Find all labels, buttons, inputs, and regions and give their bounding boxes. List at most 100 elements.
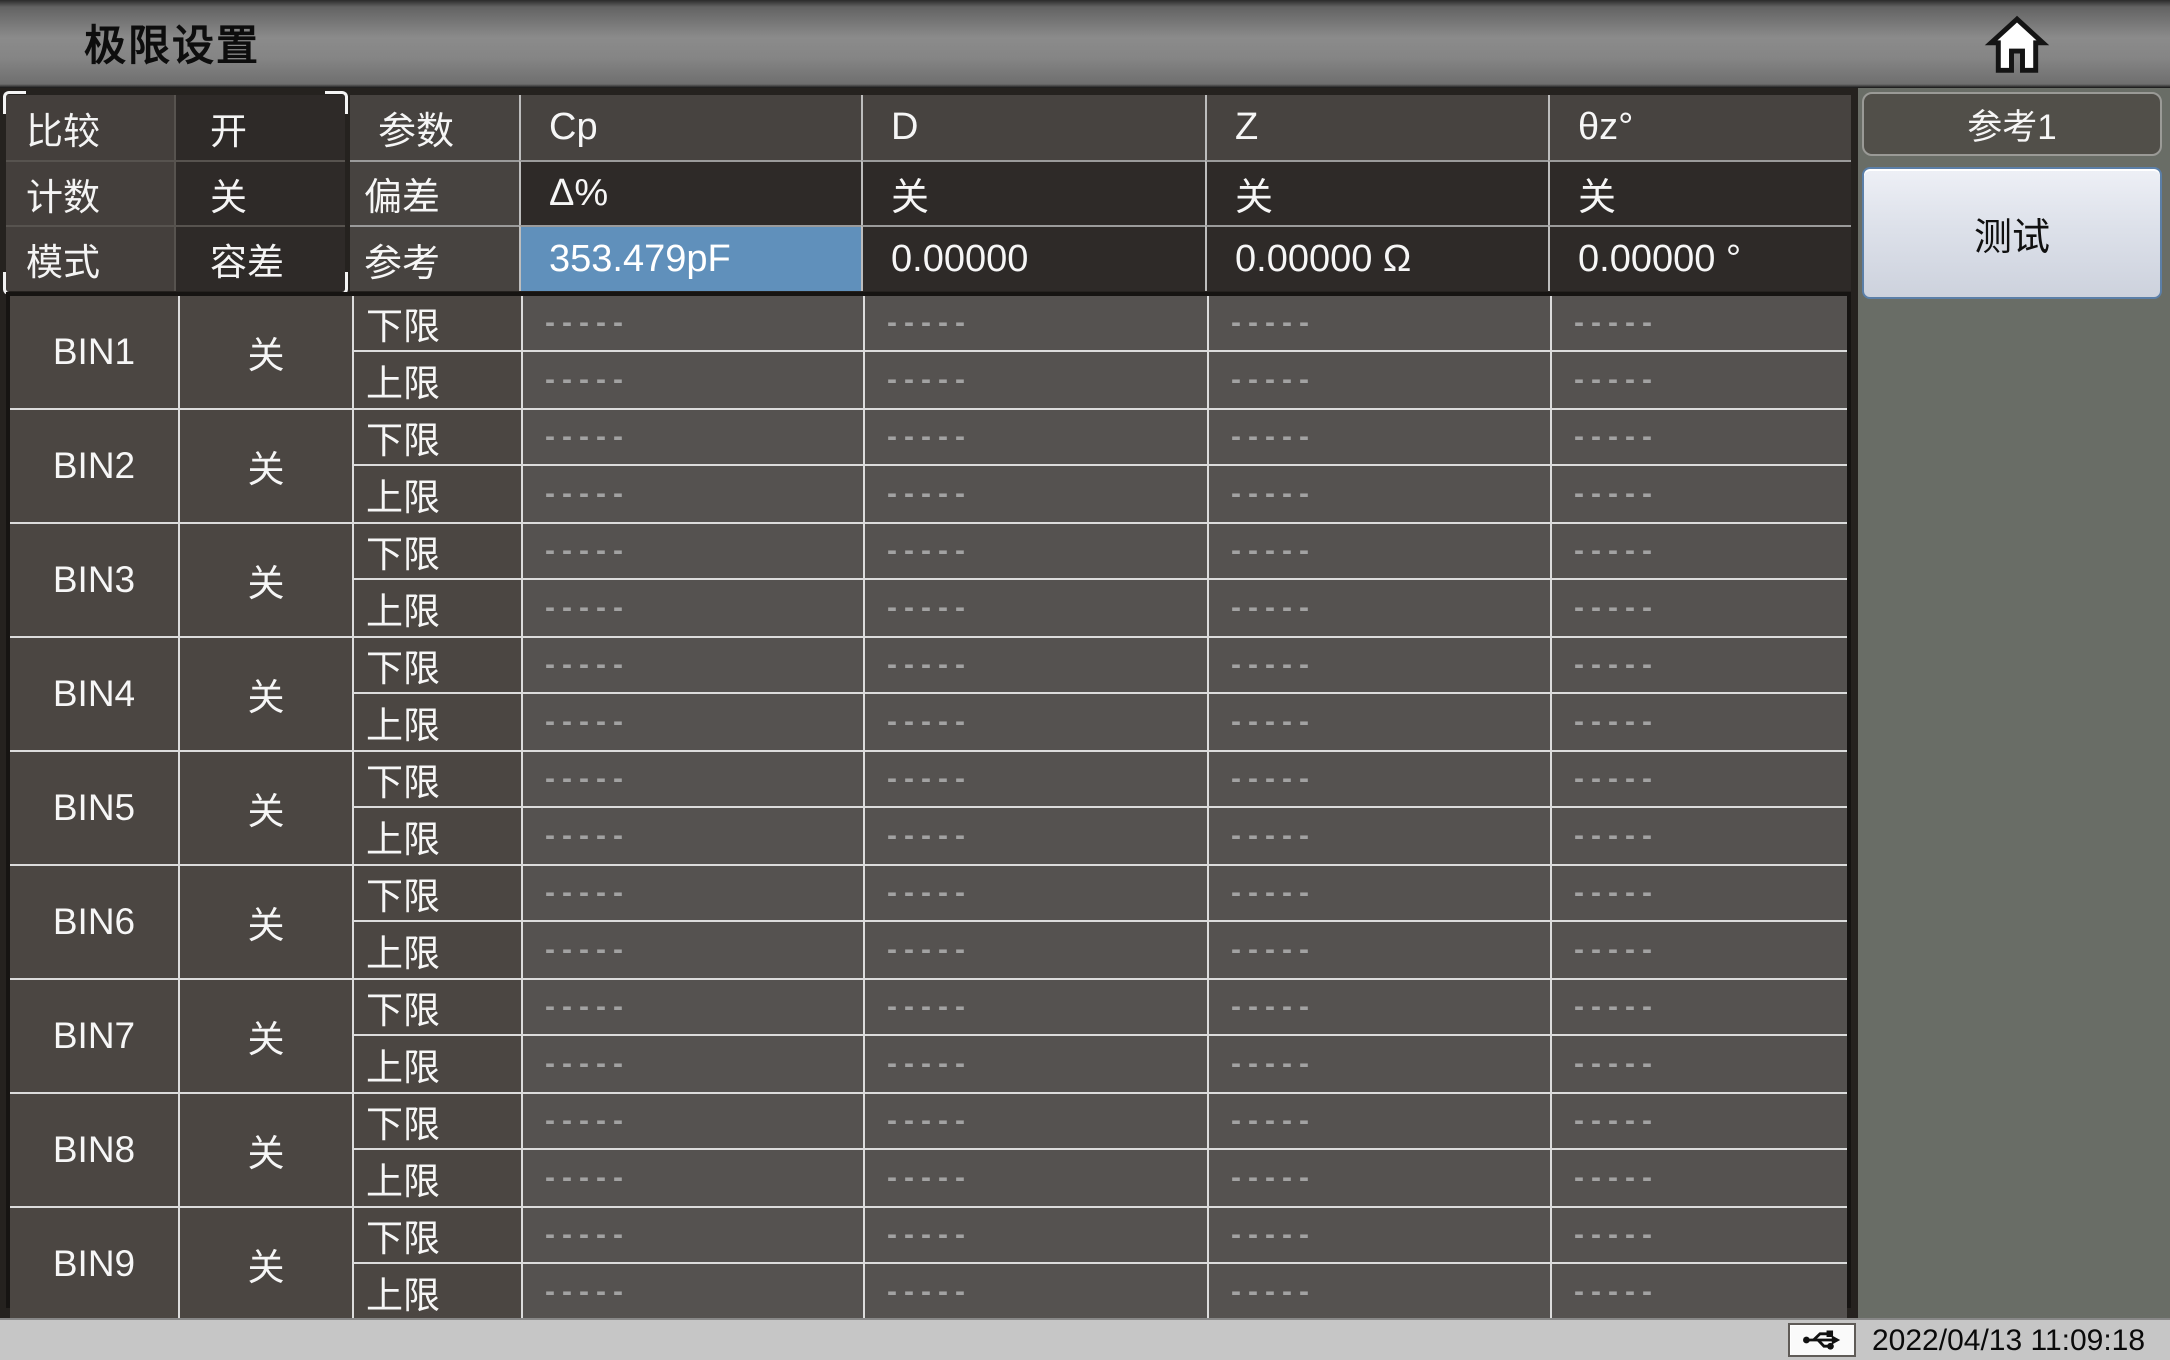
- upper-limit-value[interactable]: -----: [1550, 808, 1847, 864]
- mode-value[interactable]: 容差: [174, 225, 345, 291]
- lower-limit-value[interactable]: -----: [521, 866, 863, 922]
- upper-limit-value[interactable]: -----: [521, 466, 863, 522]
- bin-state[interactable]: 关: [178, 410, 352, 522]
- reference-page-button[interactable]: 参考1: [1862, 92, 2162, 156]
- upper-limit-value[interactable]: -----: [521, 1150, 863, 1206]
- deviation-theta[interactable]: 关: [1548, 160, 1851, 225]
- upper-limit-value[interactable]: -----: [1550, 1150, 1847, 1206]
- lower-limit-value[interactable]: -----: [1550, 524, 1847, 580]
- reference-cp-field[interactable]: 353.479pF: [519, 225, 861, 291]
- upper-limit-value[interactable]: -----: [521, 352, 863, 408]
- reference-theta-field[interactable]: 0.00000 °: [1548, 225, 1851, 291]
- test-button[interactable]: 测试: [1862, 167, 2162, 299]
- upper-limit-value[interactable]: -----: [863, 808, 1207, 864]
- bin-state[interactable]: 关: [178, 524, 352, 636]
- bin-state[interactable]: 关: [178, 1208, 352, 1320]
- lower-limit-value[interactable]: -----: [863, 1208, 1207, 1264]
- upper-limit-value[interactable]: -----: [1207, 352, 1550, 408]
- lower-limit-value[interactable]: -----: [1207, 752, 1550, 808]
- upper-limit-value[interactable]: -----: [521, 808, 863, 864]
- upper-limit-label: 上限: [352, 580, 521, 636]
- upper-limit-value[interactable]: -----: [1207, 808, 1550, 864]
- count-value[interactable]: 关: [174, 160, 345, 225]
- deviation-cp[interactable]: Δ%: [519, 160, 861, 225]
- upper-limit-value[interactable]: -----: [863, 1264, 1207, 1320]
- compare-value[interactable]: 开: [174, 95, 345, 160]
- upper-limit-value[interactable]: -----: [863, 922, 1207, 978]
- upper-limit-value[interactable]: -----: [863, 1036, 1207, 1092]
- lower-limit-value[interactable]: -----: [521, 1208, 863, 1264]
- bin-state[interactable]: 关: [178, 296, 352, 408]
- bin-state[interactable]: 关: [178, 866, 352, 978]
- lower-limit-value[interactable]: -----: [863, 752, 1207, 808]
- upper-limit-value[interactable]: -----: [863, 580, 1207, 636]
- lower-limit-value[interactable]: -----: [1207, 296, 1550, 352]
- lower-limit-value[interactable]: -----: [1550, 296, 1847, 352]
- lower-limit-value[interactable]: -----: [1207, 524, 1550, 580]
- upper-limit-value[interactable]: -----: [1207, 694, 1550, 750]
- lower-limit-value[interactable]: -----: [1550, 410, 1847, 466]
- upper-limit-value[interactable]: -----: [521, 922, 863, 978]
- upper-limit-value[interactable]: -----: [1207, 922, 1550, 978]
- lower-limit-value[interactable]: -----: [1207, 1208, 1550, 1264]
- lower-limit-value[interactable]: -----: [521, 1094, 863, 1150]
- lower-limit-value[interactable]: -----: [521, 980, 863, 1036]
- lower-limit-value[interactable]: -----: [863, 866, 1207, 922]
- param-z[interactable]: Z: [1205, 95, 1548, 160]
- lower-limit-value[interactable]: -----: [1207, 866, 1550, 922]
- bin-state[interactable]: 关: [178, 1094, 352, 1206]
- reference-d-field[interactable]: 0.00000: [861, 225, 1205, 291]
- upper-limit-value[interactable]: -----: [1207, 1264, 1550, 1320]
- upper-limit-value[interactable]: -----: [1550, 580, 1847, 636]
- lower-limit-value[interactable]: -----: [1550, 1094, 1847, 1150]
- deviation-d[interactable]: 关: [861, 160, 1205, 225]
- param-d[interactable]: D: [861, 95, 1205, 160]
- upper-limit-value[interactable]: -----: [521, 694, 863, 750]
- lower-limit-value[interactable]: -----: [863, 410, 1207, 466]
- lower-limit-value[interactable]: -----: [1550, 638, 1847, 694]
- lower-limit-value[interactable]: -----: [521, 296, 863, 352]
- upper-limit-value[interactable]: -----: [521, 1264, 863, 1320]
- upper-limit-value[interactable]: -----: [521, 580, 863, 636]
- upper-limit-value[interactable]: -----: [1207, 1036, 1550, 1092]
- lower-limit-value[interactable]: -----: [1550, 980, 1847, 1036]
- reference-z-field[interactable]: 0.00000 Ω: [1205, 225, 1548, 291]
- upper-limit-value[interactable]: -----: [1550, 466, 1847, 522]
- upper-limit-value[interactable]: -----: [1550, 922, 1847, 978]
- upper-limit-value[interactable]: -----: [1550, 1036, 1847, 1092]
- upper-limit-value[interactable]: -----: [1207, 1150, 1550, 1206]
- upper-limit-value[interactable]: -----: [863, 1150, 1207, 1206]
- upper-limit-value[interactable]: -----: [1207, 466, 1550, 522]
- upper-limit-value[interactable]: -----: [863, 466, 1207, 522]
- lower-limit-value[interactable]: -----: [1207, 980, 1550, 1036]
- upper-limit-value[interactable]: -----: [863, 694, 1207, 750]
- lower-limit-value[interactable]: -----: [1207, 410, 1550, 466]
- lower-limit-value[interactable]: -----: [1550, 866, 1847, 922]
- lower-limit-value[interactable]: -----: [521, 524, 863, 580]
- deviation-z[interactable]: 关: [1205, 160, 1548, 225]
- lower-limit-value[interactable]: -----: [1550, 752, 1847, 808]
- lower-limit-value[interactable]: -----: [1207, 638, 1550, 694]
- lower-limit-value[interactable]: -----: [1207, 1094, 1550, 1150]
- param-theta[interactable]: θz°: [1548, 95, 1851, 160]
- lower-limit-value[interactable]: -----: [863, 638, 1207, 694]
- bin-state[interactable]: 关: [178, 638, 352, 750]
- upper-limit-value[interactable]: -----: [863, 352, 1207, 408]
- home-icon[interactable]: [1984, 12, 2050, 78]
- lower-limit-value[interactable]: -----: [1550, 1208, 1847, 1264]
- lower-limit-value[interactable]: -----: [521, 752, 863, 808]
- upper-limit-value[interactable]: -----: [521, 1036, 863, 1092]
- upper-limit-value[interactable]: -----: [1550, 1264, 1847, 1320]
- lower-limit-value[interactable]: -----: [521, 638, 863, 694]
- lower-limit-value[interactable]: -----: [521, 410, 863, 466]
- lower-limit-value[interactable]: -----: [863, 524, 1207, 580]
- param-cp[interactable]: Cp: [519, 95, 861, 160]
- upper-limit-value[interactable]: -----: [1207, 580, 1550, 636]
- lower-limit-value[interactable]: -----: [863, 1094, 1207, 1150]
- upper-limit-value[interactable]: -----: [1550, 352, 1847, 408]
- bin-state[interactable]: 关: [178, 980, 352, 1092]
- bin-state[interactable]: 关: [178, 752, 352, 864]
- lower-limit-value[interactable]: -----: [863, 980, 1207, 1036]
- lower-limit-value[interactable]: -----: [863, 296, 1207, 352]
- upper-limit-value[interactable]: -----: [1550, 694, 1847, 750]
